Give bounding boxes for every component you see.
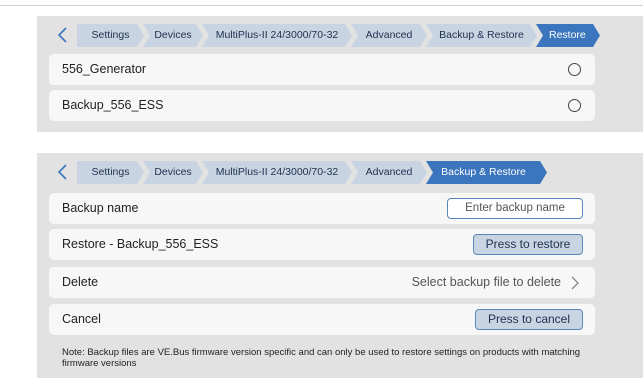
backup-restore-panel: Settings Devices MultiPlus-II 24/3000/70… (37, 153, 643, 378)
crumb-advanced[interactable]: Advanced (351, 24, 427, 47)
crumb-backup-restore[interactable]: Backup & Restore (426, 24, 537, 47)
crumb-device-model[interactable]: MultiPlus-II 24/3000/70-32 (202, 161, 352, 184)
backup-name-row: Backup name Enter backup name (49, 193, 595, 224)
crumb-advanced[interactable]: Advanced (351, 161, 427, 184)
firmware-note: Note: Backup files are VE.Bus firmware v… (62, 347, 581, 369)
chevron-right-icon (569, 276, 581, 290)
crumb-settings[interactable]: Settings (77, 161, 144, 184)
breadcrumb: Settings Devices MultiPlus-II 24/3000/70… (49, 24, 637, 47)
crumb-device-model[interactable]: MultiPlus-II 24/3000/70-32 (202, 24, 352, 47)
breadcrumb: Settings Devices MultiPlus-II 24/3000/70… (49, 161, 637, 184)
delete-label: Delete (62, 275, 99, 289)
restore-panel: Settings Devices MultiPlus-II 24/3000/70… (37, 16, 643, 132)
restore-row: Restore - Backup_556_ESS Press to restor… (49, 229, 595, 260)
cancel-row: Cancel Press to cancel (49, 304, 595, 335)
back-icon[interactable] (53, 162, 73, 182)
crumb-restore[interactable]: Restore (536, 24, 600, 47)
radio-button[interactable] (568, 99, 581, 112)
restore-button[interactable]: Press to restore (473, 234, 583, 255)
crumb-settings[interactable]: Settings (77, 24, 144, 47)
cancel-button[interactable]: Press to cancel (475, 309, 583, 330)
restore-label: Restore - Backup_556_ESS (62, 237, 219, 251)
delete-row[interactable]: Delete Select backup file to delete (49, 267, 595, 298)
backup-file-label: 556_Generator (62, 62, 147, 76)
crumb-backup-restore[interactable]: Backup & Restore (426, 161, 547, 184)
backup-name-label: Backup name (62, 201, 139, 215)
crumb-devices[interactable]: Devices (143, 24, 203, 47)
list-item[interactable]: Backup_556_ESS (49, 90, 595, 121)
back-icon[interactable] (53, 25, 73, 45)
cancel-label: Cancel (62, 312, 101, 326)
list-item[interactable]: 556_Generator (49, 54, 595, 85)
radio-button[interactable] (568, 63, 581, 76)
backup-file-label: Backup_556_ESS (62, 98, 164, 112)
crumb-devices[interactable]: Devices (143, 161, 203, 184)
backup-name-input[interactable]: Enter backup name (447, 198, 583, 219)
delete-select-text: Select backup file to delete (411, 275, 561, 289)
top-divider (0, 5, 643, 6)
